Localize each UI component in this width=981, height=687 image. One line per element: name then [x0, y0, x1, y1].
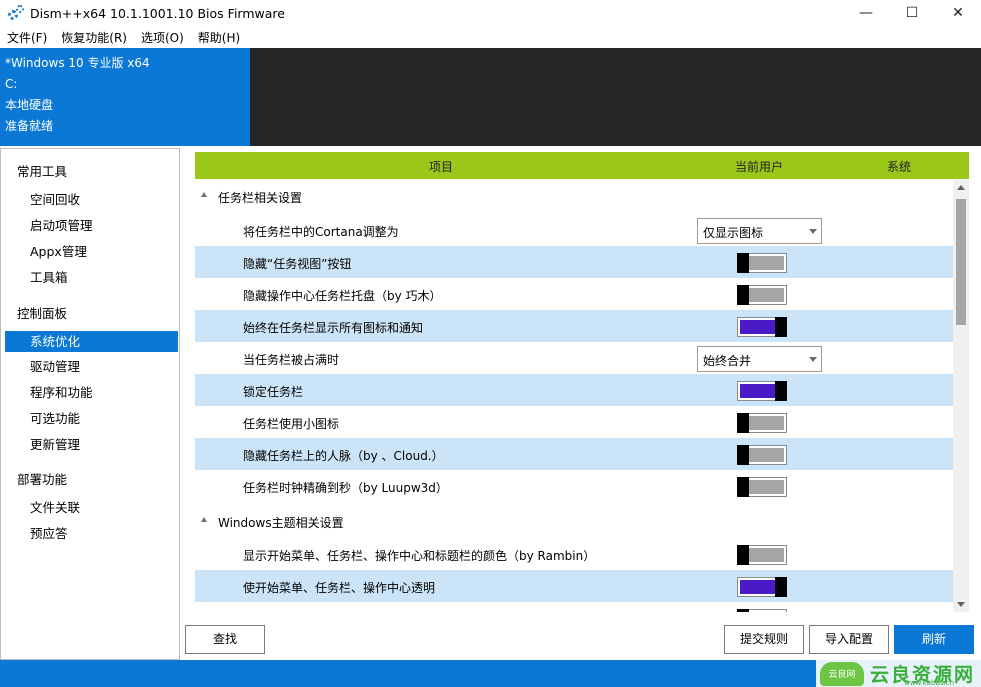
import-config-button[interactable]: 导入配置: [809, 625, 889, 654]
sidebar-header-deploy: 部署功能: [17, 472, 68, 487]
toggle-switch[interactable]: [737, 253, 787, 273]
scroll-up-icon[interactable]: [957, 185, 965, 190]
list-item: 将任务栏中的Cortana调整为 仅显示图标: [195, 214, 953, 246]
toggle-switch[interactable]: [737, 381, 787, 401]
maximize-button[interactable]: ☐: [889, 0, 935, 26]
list-item: [195, 602, 953, 612]
sidebar-header-common-tools: 常用工具: [17, 164, 68, 179]
item-label: 任务栏使用小图标: [243, 417, 340, 431]
list-item: 始终在任务栏显示所有图标和通知: [195, 310, 953, 342]
list-item: 使开始菜单、任务栏、操作中心透明: [195, 570, 953, 602]
watermark-url: www.kubbs.cn: [904, 679, 955, 687]
os-name: *Windows 10 专业版 x64: [5, 56, 150, 70]
disk-type: 本地硬盘: [5, 98, 54, 112]
group-windows-theme[interactable]: Windows主题相关设置: [195, 505, 953, 537]
cortana-combo[interactable]: 仅显示图标: [697, 218, 822, 244]
item-label: 使开始菜单、任务栏、操作中心透明: [243, 581, 436, 595]
title-bar: Dism++x64 10.1.1001.10 Bios Firmware — ☐…: [0, 0, 981, 26]
scroll-down-icon[interactable]: [957, 602, 965, 607]
cloud-icon: 云良网: [820, 662, 864, 686]
sidebar-item-appx[interactable]: Appx管理: [5, 241, 178, 262]
group-label: 任务栏相关设置: [218, 191, 303, 205]
menu-restore[interactable]: 恢复功能(R): [54, 29, 134, 46]
list-item: 任务栏时钟精确到秒（by Luupw3d）: [195, 470, 953, 502]
menu-options[interactable]: 选项(O): [134, 29, 191, 46]
list-scrollbar[interactable]: [953, 180, 969, 612]
toggle-switch[interactable]: [737, 413, 787, 433]
refresh-button[interactable]: 刷新: [894, 625, 974, 654]
toggle-switch[interactable]: [737, 477, 787, 497]
session-area: [250, 48, 981, 146]
list-item: 隐藏任务栏上的人脉（by 、Cloud.）: [195, 438, 953, 470]
collapse-icon[interactable]: [201, 192, 207, 197]
item-label: 始终在任务栏显示所有图标和通知: [243, 321, 424, 335]
menu-bar: 文件(F) 恢复功能(R) 选项(O) 帮助(H): [0, 27, 247, 47]
list-item: 隐藏“任务视图”按钮: [195, 246, 953, 278]
list-item: 锁定任务栏: [195, 374, 953, 406]
sidebar-item-optional-features[interactable]: 可选功能: [5, 408, 178, 429]
drive-letter: C:: [5, 77, 18, 91]
column-header-system[interactable]: 系统: [887, 158, 911, 175]
toggle-switch[interactable]: [737, 285, 787, 305]
item-label: 当任务栏被占满时: [243, 353, 340, 367]
sidebar-item-startup[interactable]: 启动项管理: [5, 215, 178, 236]
item-label: 锁定任务栏: [243, 385, 304, 399]
submit-rules-button[interactable]: 提交规则: [724, 625, 804, 654]
status-text: 准备就绪: [5, 119, 54, 133]
item-label: 隐藏任务栏上的人脉（by 、Cloud.）: [243, 449, 444, 463]
minimize-button[interactable]: —: [843, 0, 889, 26]
toggle-switch[interactable]: [737, 577, 787, 597]
list-item: 隐藏操作中心任务栏托盘（by 巧木）: [195, 278, 953, 310]
chevron-down-icon: [809, 229, 817, 234]
column-header-current-user[interactable]: 当前用户: [735, 158, 783, 175]
sidebar-item-system-optimize[interactable]: 系统优化: [5, 331, 178, 352]
image-info-panel[interactable]: *Windows 10 专业版 x64 C: 本地硬盘 准备就绪: [0, 48, 250, 146]
sidebar-header-control-panel: 控制面板: [17, 306, 68, 321]
list-header: 项目 当前用户 系统: [195, 152, 969, 179]
list-item: 任务栏使用小图标: [195, 406, 953, 438]
list-item: 当任务栏被占满时 始终合并: [195, 342, 953, 374]
close-button[interactable]: ✕: [935, 0, 981, 26]
item-label: 隐藏“任务视图”按钮: [243, 257, 352, 271]
sidebar-item-answer-file[interactable]: 预应答: [5, 523, 178, 544]
sidebar-item-updates[interactable]: 更新管理: [5, 434, 178, 455]
watermark-logo: 云良网 云良资源网 www.kubbs.cn: [816, 660, 981, 687]
menu-file[interactable]: 文件(F): [0, 29, 54, 46]
combo-value: 始终合并: [703, 354, 752, 368]
group-taskbar[interactable]: 任务栏相关设置: [195, 180, 953, 212]
taskbar-combine-combo[interactable]: 始终合并: [697, 346, 822, 372]
item-label: 将任务栏中的Cortana调整为: [243, 225, 399, 239]
sidebar-item-file-assoc[interactable]: 文件关联: [5, 497, 178, 518]
find-button[interactable]: 查找: [185, 625, 265, 654]
sidebar-item-toolbox[interactable]: 工具箱: [5, 267, 178, 288]
gear-icon: [8, 5, 24, 21]
scroll-thumb[interactable]: [956, 199, 966, 325]
sidebar-item-programs[interactable]: 程序和功能: [5, 382, 178, 403]
sidebar: 常用工具 空间回收 启动项管理 Appx管理 工具箱 控制面板 系统优化 驱动管…: [0, 148, 180, 660]
toggle-switch[interactable]: [737, 545, 787, 565]
window-title: Dism++x64 10.1.1001.10 Bios Firmware: [30, 5, 285, 21]
item-label: 显示开始菜单、任务栏、操作中心和标题栏的颜色（by Rambin）: [243, 549, 596, 563]
sidebar-item-space-reclaim[interactable]: 空间回收: [5, 189, 178, 210]
chevron-down-icon: [809, 357, 817, 362]
list-item: 显示开始菜单、任务栏、操作中心和标题栏的颜色（by Rambin）: [195, 538, 953, 570]
toggle-switch[interactable]: [737, 609, 787, 612]
collapse-icon[interactable]: [201, 517, 207, 522]
group-label: Windows主题相关设置: [218, 516, 344, 530]
sidebar-item-drivers[interactable]: 驱动管理: [5, 356, 178, 377]
settings-list: 任务栏相关设置 将任务栏中的Cortana调整为 仅显示图标 隐藏“任务视图”按…: [195, 180, 953, 612]
toggle-switch[interactable]: [737, 317, 787, 337]
toggle-switch[interactable]: [737, 445, 787, 465]
item-label: 任务栏时钟精确到秒（by Luupw3d）: [243, 481, 448, 495]
menu-help[interactable]: 帮助(H): [191, 29, 247, 46]
column-header-item[interactable]: 项目: [429, 158, 453, 175]
item-label: 隐藏操作中心任务栏托盘（by 巧木）: [243, 289, 442, 303]
combo-value: 仅显示图标: [703, 226, 764, 240]
